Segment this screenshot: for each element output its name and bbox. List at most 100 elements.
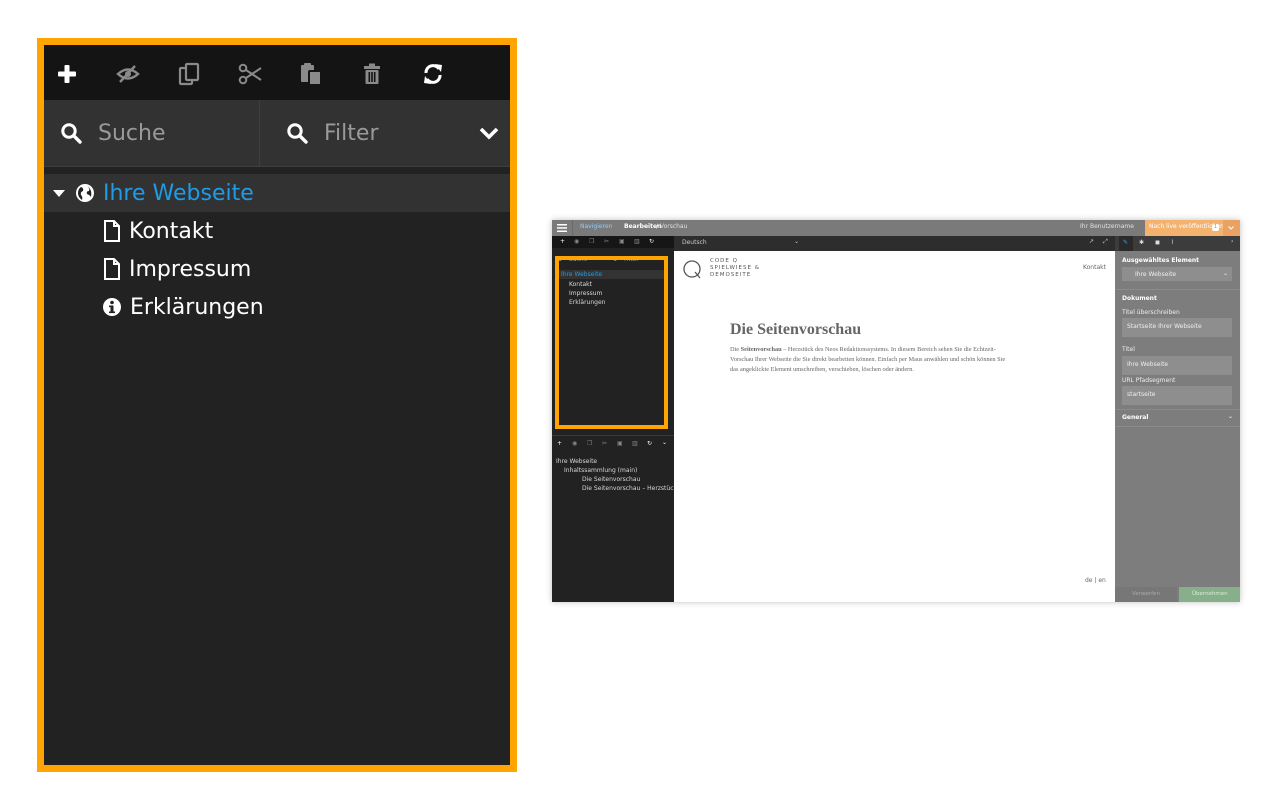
url-segment-input[interactable]: startseite xyxy=(1122,386,1232,405)
copy-node-button[interactable] xyxy=(172,57,206,91)
file-icon xyxy=(104,220,120,242)
divider xyxy=(1115,289,1240,290)
paste-icon xyxy=(301,63,322,86)
search-filter-bar: Suche Filter xyxy=(44,100,510,167)
trash-icon[interactable]: ▥ xyxy=(634,238,640,245)
section-general-header[interactable]: General xyxy=(1122,414,1148,421)
language-switch[interactable]: de | en xyxy=(1085,577,1106,584)
discard-button[interactable]: Verwerfen xyxy=(1115,587,1177,602)
caret-down-icon[interactable] xyxy=(52,189,66,198)
divider xyxy=(552,435,674,436)
tree-node-label: Kontakt xyxy=(129,218,214,244)
divider xyxy=(572,220,573,236)
menu-icon[interactable] xyxy=(557,224,567,232)
chevron-down-icon xyxy=(1228,226,1234,230)
logo-text: CODE Q xyxy=(710,258,738,264)
cut-node-button[interactable] xyxy=(233,57,267,91)
hide-node-button[interactable] xyxy=(111,57,145,91)
field-label: Titel xyxy=(1122,346,1135,353)
content-node-collection[interactable]: Inhaltssammlung (main) xyxy=(564,467,637,474)
user-menu[interactable]: Ihr Benutzername xyxy=(1080,223,1134,230)
nav-link-kontakt[interactable]: Kontakt xyxy=(1083,264,1106,271)
delete-node-button[interactable] xyxy=(355,57,389,91)
content-canvas: CODE Q SPIELWIESE & DEMOSEITE Kontakt Di… xyxy=(674,251,1115,602)
tree-node-kontakt[interactable]: Kontakt xyxy=(44,212,510,250)
refresh-icon[interactable]: ↻ xyxy=(649,238,654,245)
search-field[interactable]: Suche xyxy=(44,100,260,166)
logo-text: DEMOSEITE xyxy=(710,272,752,278)
chevron-right-icon[interactable]: › xyxy=(1231,238,1233,245)
eye-slash-icon[interactable]: ◉ xyxy=(572,440,577,447)
cut-icon[interactable]: ✂ xyxy=(602,440,607,447)
page-headline[interactable]: Die Seitenvorschau xyxy=(730,321,861,339)
selected-element-value: Ihre Webseite xyxy=(1135,271,1177,278)
publish-count-badge: 1 xyxy=(1212,224,1219,231)
chevron-down-icon: ⌄ xyxy=(1223,270,1229,277)
tree-node-label: Impressum xyxy=(129,256,252,282)
content-node[interactable]: Die Seitenvorschau xyxy=(582,476,640,483)
language-dimension-select[interactable]: Deutsch xyxy=(682,239,707,246)
selected-element-select[interactable]: Ihre Webseite ⌄ xyxy=(1122,267,1232,281)
search-icon xyxy=(287,123,308,144)
field-value: Ihre Webseite xyxy=(1127,361,1169,368)
filter-field[interactable]: Filter xyxy=(260,100,470,166)
chevron-down-icon[interactable]: ⌄ xyxy=(1228,413,1233,420)
pencil-icon: ✎ xyxy=(1123,239,1129,246)
title-override-input[interactable]: Startseite Ihrer Webseite xyxy=(1122,318,1232,337)
left-sidebar: + ◉ ❐ ✂ ▣ ▥ ↻ ⌕ Suche ⌕ Filter ⌄ Ihre We… xyxy=(552,236,692,602)
page-tree: Ihre Webseite Kontakt Impressum Erklärun… xyxy=(44,174,510,326)
publish-button[interactable]: Nach live veröffentlichen 1 xyxy=(1145,220,1224,236)
page-tree-toolbar xyxy=(44,45,510,100)
eye-slash-icon[interactable]: ◉ xyxy=(574,238,579,245)
tree-node-root[interactable]: Ihre Webseite xyxy=(44,174,510,212)
copy-icon[interactable]: ❐ xyxy=(589,238,594,245)
top-bar: Navigieren Bearbeiten / Vorschau Ihr Ben… xyxy=(552,220,1240,236)
refresh-tree-button[interactable] xyxy=(416,57,450,91)
publish-dropdown-button[interactable] xyxy=(1223,220,1240,236)
copy-icon[interactable]: ❐ xyxy=(587,440,592,447)
fullscreen-icon[interactable]: ⤢ xyxy=(1103,238,1108,246)
external-link-icon[interactable]: ↗ xyxy=(1089,238,1094,245)
apply-label: Übernehmen xyxy=(1192,591,1228,597)
tab-properties[interactable]: ✎ xyxy=(1119,236,1133,251)
cms-backend-preview: Navigieren Bearbeiten / Vorschau Ihr Ben… xyxy=(552,220,1240,602)
gear-icon[interactable]: ✱ xyxy=(1139,239,1144,246)
analytics-icon[interactable]: ⌇ xyxy=(1171,239,1174,246)
logo-text: SPIELWIESE & xyxy=(710,265,761,271)
tree-node-label: Erklärungen xyxy=(130,294,264,320)
chevron-down-icon[interactable]: ⌄ xyxy=(662,439,667,446)
settings-icon[interactable]: ◼ xyxy=(1155,239,1160,246)
eye-slash-icon xyxy=(116,65,140,83)
logo-q-icon xyxy=(683,260,701,279)
chevron-down-icon[interactable]: ⌄ xyxy=(794,238,799,245)
navigate-tab[interactable]: Navigieren xyxy=(580,223,612,230)
cut-icon xyxy=(238,63,262,85)
section-document-header[interactable]: Dokument xyxy=(1122,295,1157,302)
filter-label: Filter xyxy=(324,120,379,146)
field-value: startseite xyxy=(1127,391,1156,398)
paste-icon[interactable]: ▣ xyxy=(619,238,625,245)
body-strong-text: Seitenvorschau xyxy=(740,346,782,353)
refresh-icon[interactable]: ↻ xyxy=(647,440,652,447)
trash-icon[interactable]: ▥ xyxy=(632,440,638,447)
content-tree-toolbar: + ◉ ❐ ✂ ▣ ▥ ↻ ⌄ xyxy=(552,439,674,451)
tree-node-erklaerungen[interactable]: Erklärungen xyxy=(44,288,510,326)
selected-element-label: Ausgewähltes Element xyxy=(1122,257,1200,264)
paste-node-button[interactable] xyxy=(294,57,328,91)
add-node-button[interactable] xyxy=(50,57,84,91)
plus-icon[interactable]: + xyxy=(557,440,562,447)
inspector-panel: ✎ ✱ ◼ ⌇ › Ausgewähltes Element Ihre Webs… xyxy=(1115,236,1240,602)
plus-icon[interactable]: + xyxy=(560,238,565,245)
cut-icon[interactable]: ✂ xyxy=(604,238,609,245)
field-label: URL Pfadsegment xyxy=(1122,377,1176,384)
paste-icon[interactable]: ▣ xyxy=(617,440,623,447)
content-node-root[interactable]: Ihre Webseite xyxy=(556,458,597,465)
body-text: – Herzstück des Neos Redaktionssystems. … xyxy=(781,346,996,353)
page-body-text[interactable]: Die Seitenvorschau – Herzstück des Neos … xyxy=(730,345,1005,375)
tree-node-impressum[interactable]: Impressum xyxy=(44,250,510,288)
preview-tab[interactable]: / Vorschau xyxy=(656,223,687,230)
divider xyxy=(1115,426,1240,427)
title-input[interactable]: Ihre Webseite xyxy=(1122,356,1232,375)
filter-dropdown-toggle[interactable] xyxy=(472,118,506,148)
apply-button[interactable]: Übernehmen xyxy=(1179,587,1240,602)
